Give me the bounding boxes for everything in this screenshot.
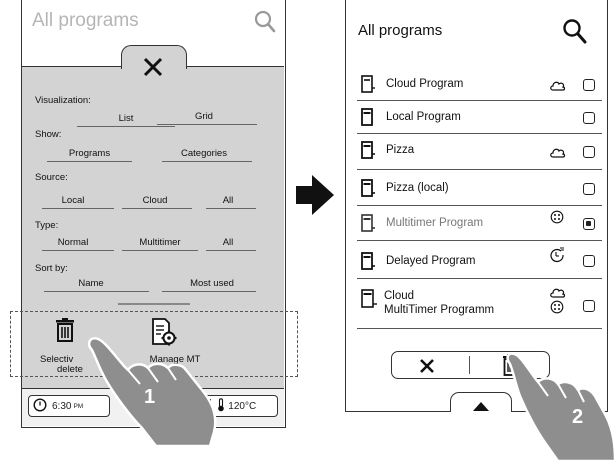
option-programs[interactable]: Programs [47,148,132,159]
option-underline [42,208,114,209]
select-checkbox[interactable] [583,255,595,267]
program-doc-icon [361,289,377,314]
program-name: Delayed Program [386,255,476,267]
option-underline [44,291,149,292]
option-categories[interactable]: Categories [162,148,246,159]
option-underline [206,208,256,209]
option-grid[interactable]: Grid [157,111,251,122]
option-underline [77,126,175,127]
option-underline [162,161,252,162]
select-checkbox[interactable] [583,183,595,195]
visualization-label: Visualization: [35,95,91,106]
step-1-number: 1 [144,386,156,408]
select-checkbox[interactable] [583,112,595,124]
clock-suffix: PM [73,402,84,410]
option-most-used[interactable]: Most used [176,278,248,289]
multitimer-icon [549,300,565,319]
drag-handle[interactable] [118,303,190,305]
option-underline [42,250,114,251]
option-underline [162,291,256,292]
program-name: Local Program [386,111,461,123]
close-icon[interactable] [140,54,166,85]
clock-time: 6:30 [52,400,72,412]
option-multitimer[interactable]: Multitimer [126,237,194,248]
program-row[interactable]: Local Program [357,101,602,134]
select-checkbox[interactable] [583,218,595,230]
program-name-line2: MultiTimer Programm [384,304,495,316]
option-name[interactable]: Name [62,278,120,289]
left-page-title: All programs [32,10,139,31]
search-icon[interactable] [254,10,276,39]
option-normal[interactable]: Normal [42,237,104,248]
delayed-timer-icon [549,247,565,268]
cloud-icon [550,145,566,163]
program-name: Pizza (local) [386,182,449,194]
type-label: Type: [35,220,59,231]
tap-hand-icon: 1 [84,336,234,451]
arrow-right-icon [296,175,334,220]
program-row[interactable]: Pizza (local) [357,170,602,206]
option-underline [206,250,256,251]
program-row[interactable]: Cloud MultiTimer Programm [357,279,602,329]
program-row[interactable]: Pizza [357,134,602,170]
program-name: Pizza [386,144,415,156]
option-cloud[interactable]: Cloud [126,195,184,206]
select-checkbox[interactable] [583,146,595,158]
option-underline [157,124,257,125]
program-doc-icon [361,108,375,131]
program-name: Cloud Program [386,78,464,90]
program-row[interactable]: Multitimer Program [357,206,602,241]
program-row[interactable]: Delayed Program [357,241,602,279]
multitimer-icon [549,210,565,229]
option-all-type[interactable]: All [212,237,244,248]
program-doc-icon [361,214,375,237]
cancel-x-icon[interactable] [419,358,435,379]
select-checkbox[interactable] [583,79,595,91]
step-2-number: 2 [572,406,584,428]
program-doc-icon [361,252,375,275]
program-row[interactable]: Cloud Program [357,68,602,101]
option-local[interactable]: Local [42,195,104,206]
select-checkbox[interactable] [583,300,595,312]
right-screen: All programs Cloud Program Local Program… [345,0,608,412]
cloud-icon [550,78,566,96]
action-divider [469,356,471,374]
show-label: Show: [35,129,62,140]
right-page-title: All programs [358,22,443,39]
program-doc-icon [361,179,375,202]
program-name-line1: Cloud [384,290,415,302]
option-underline [122,250,198,251]
program-doc-icon [361,141,375,164]
clock-icon [33,397,47,415]
option-underline [122,208,192,209]
program-doc-icon [361,75,375,98]
option-underline [47,161,132,162]
tap-hand-icon: 2 [480,352,615,466]
source-label: Source: [35,172,68,183]
option-all-source[interactable]: All [212,195,244,206]
search-icon[interactable] [562,18,588,51]
program-name: Multitimer Program [386,217,484,229]
sort-by-label: Sort by: [35,263,68,274]
